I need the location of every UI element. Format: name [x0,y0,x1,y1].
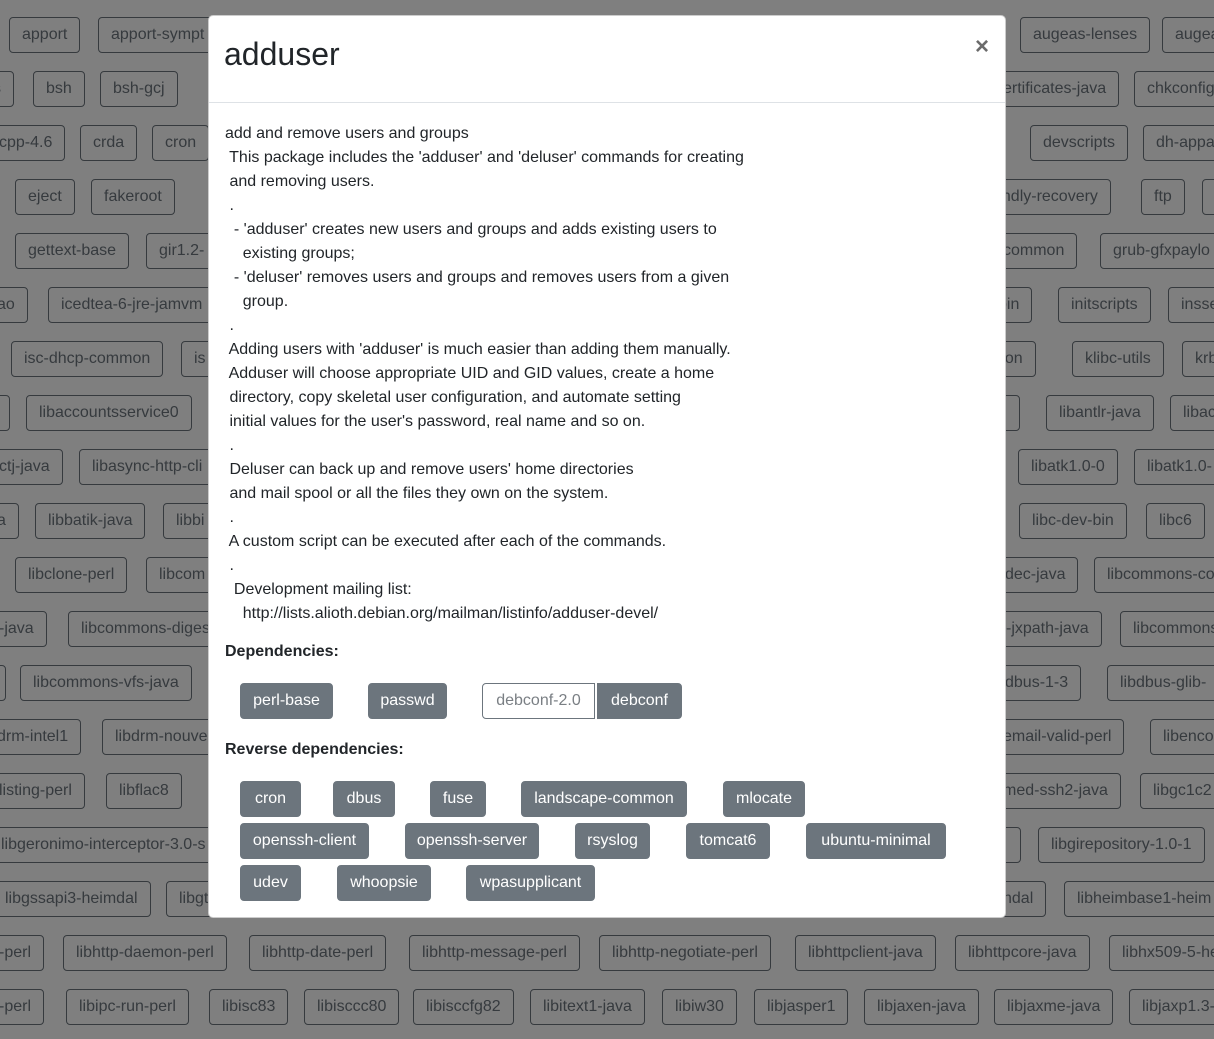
reverse-dependency-chip[interactable]: mlocate [723,781,805,817]
reverse-dependency-chip[interactable]: ubuntu-minimal [806,823,946,859]
reverse-dependency-chip[interactable]: landscape-common [521,781,687,817]
reverse-dependency-chip[interactable]: tomcat6 [686,823,770,859]
dependency-chip[interactable]: passwd [368,683,447,719]
reverse-dependency-chip[interactable]: dbus [333,781,395,817]
reverse-dependency-chip[interactable]: openssh-client [240,823,369,859]
reverse-dependency-chip[interactable]: openssh-server [405,823,539,859]
dependency-alternative-chip: debconf-2.0 [482,683,595,719]
close-icon[interactable]: × [969,34,995,60]
reverse-dependency-chip[interactable]: rsyslog [575,823,650,859]
modal-header: adduser × [209,16,1005,103]
dependency-chip[interactable]: debconf [597,683,682,719]
dependencies-heading: Dependencies: [225,643,339,660]
reverse-dependency-chip[interactable]: udev [240,865,301,901]
dependency-chip[interactable]: perl-base [240,683,333,719]
modal-title: adduser [224,36,340,72]
reverse-dependency-chip[interactable]: wpasupplicant [466,865,595,901]
package-description: add and remove users and groups This pac… [225,125,744,622]
reverse-dependency-chip[interactable]: whoopsie [337,865,431,901]
package-detail-modal: adduser × add and remove users and group… [208,15,1006,918]
reverse-dependencies-heading: Reverse dependencies: [225,741,404,758]
reverse-dependency-chip[interactable]: cron [240,781,301,817]
reverse-dependency-chip[interactable]: fuse [430,781,486,817]
